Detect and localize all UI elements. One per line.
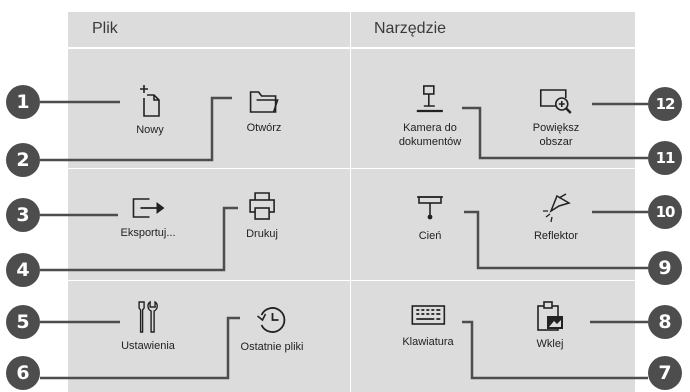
callout-badge-12: 12: [648, 87, 682, 121]
leader-line-11: [462, 106, 648, 160]
leader-line-7: [462, 320, 648, 380]
tool-menu-diagram: Plik Narzędzie Nowy Otwórz Eksportuj...: [0, 0, 690, 392]
callout-badge-11: 11: [648, 141, 682, 175]
callout-badge-1: 1: [6, 85, 40, 119]
callout-badge-8: 8: [648, 305, 682, 339]
callout-badge-3: 3: [6, 198, 40, 232]
callout-badge-6: 6: [6, 356, 40, 390]
leader-line-6: [40, 316, 240, 380]
callout-badge-2: 2: [6, 143, 40, 177]
leader-line-9: [464, 210, 648, 270]
callout-badge-5: 5: [6, 305, 40, 339]
callout-leader-lines: [40, 96, 648, 380]
callout-badge-7: 7: [648, 356, 682, 390]
leader-line-2: [40, 96, 232, 162]
leader-line-4: [40, 206, 238, 272]
callout-badge-9: 9: [648, 251, 682, 285]
callout-badge-10: 10: [648, 195, 682, 229]
callout-badge-4: 4: [6, 253, 40, 287]
